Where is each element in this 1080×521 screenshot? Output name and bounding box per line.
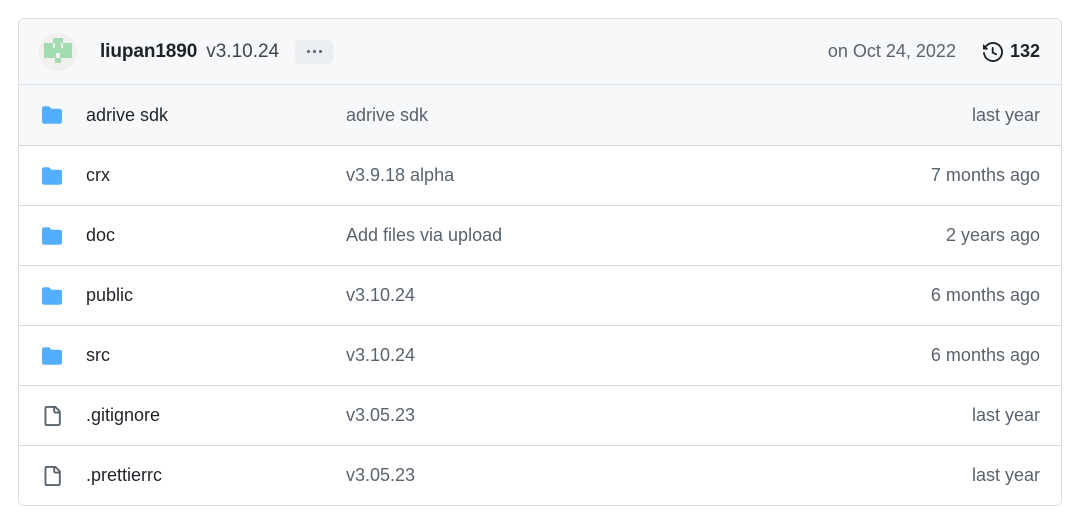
- folder-icon: [42, 286, 62, 306]
- row-commit-message[interactable]: v3.05.23: [346, 465, 972, 486]
- row-commit-message[interactable]: v3.10.24: [346, 285, 931, 306]
- expand-commit-message-button[interactable]: [295, 39, 334, 64]
- row-timestamp: 6 months ago: [930, 345, 1040, 365]
- row-name[interactable]: src: [86, 345, 346, 366]
- row-commit-message[interactable]: Add files via upload: [346, 225, 946, 246]
- commit-count: 132: [1009, 41, 1040, 61]
- folder-icon: [42, 346, 62, 366]
- row-name[interactable]: crx: [86, 165, 346, 186]
- row-name[interactable]: .prettierrc: [86, 465, 346, 486]
- table-row-adrive-sdk[interactable]: adrive sdk adrive sdk last year: [19, 85, 1061, 145]
- row-name[interactable]: doc: [86, 225, 346, 246]
- commit-author[interactable]: liupan1890: [100, 41, 197, 63]
- folder-icon: [42, 226, 62, 245]
- ellipsis-dot: [318, 50, 322, 53]
- row-timestamp: 6 months ago: [930, 285, 1040, 305]
- file-list: adrive sdk adrive sdk last year crx v3.9…: [19, 85, 1061, 505]
- file-icon: [44, 465, 61, 486]
- row-name[interactable]: public: [86, 285, 346, 306]
- ellipsis-dot: [306, 50, 310, 53]
- file-icon: [44, 405, 61, 426]
- table-row-src[interactable]: src v3.10.24 6 months ago: [19, 325, 1061, 385]
- row-commit-message[interactable]: adrive sdk: [346, 105, 972, 126]
- row-name[interactable]: .gitignore: [86, 405, 346, 426]
- row-name[interactable]: adrive sdk: [86, 105, 346, 126]
- table-row-crx[interactable]: crx v3.9.18 alpha 7 months ago: [19, 145, 1061, 205]
- row-commit-message[interactable]: v3.05.23: [346, 405, 972, 426]
- folder-icon: [42, 226, 62, 246]
- folder-icon: [42, 286, 62, 305]
- file-icon: [42, 405, 62, 426]
- row-timestamp: 7 months ago: [930, 165, 1040, 185]
- history-icon: [982, 41, 1003, 62]
- repository-file-browser: liupan1890 v3.10.24 on Oct 24, 2022 132 …: [18, 18, 1062, 506]
- folder-icon: [42, 105, 62, 125]
- identicon-avatar-icon: [39, 32, 77, 71]
- row-timestamp: last year: [971, 405, 1040, 425]
- folder-icon: [42, 166, 62, 186]
- latest-commit-header: liupan1890 v3.10.24 on Oct 24, 2022 132: [19, 19, 1061, 85]
- folder-icon: [42, 106, 62, 124]
- table-row-doc[interactable]: doc Add files via upload 2 years ago: [19, 205, 1061, 265]
- table-row-public[interactable]: public v3.10.24 6 months ago: [19, 265, 1061, 325]
- row-commit-message[interactable]: v3.9.18 alpha: [346, 165, 931, 186]
- commit-date: on Oct 24, 2022: [827, 41, 956, 61]
- row-timestamp: last year: [971, 104, 1040, 125]
- table-row-prettierrc[interactable]: .prettierrc v3.05.23 last year: [19, 445, 1061, 505]
- row-timestamp: 2 years ago: [945, 225, 1040, 245]
- latest-commit-message[interactable]: v3.10.24: [206, 41, 279, 63]
- file-icon: [42, 465, 62, 486]
- folder-icon: [42, 346, 62, 365]
- table-row-gitignore[interactable]: .gitignore v3.05.23 last year: [19, 385, 1061, 445]
- ellipsis-dot: [312, 50, 316, 53]
- folder-icon: [42, 166, 62, 185]
- avatar[interactable]: [39, 32, 77, 71]
- row-timestamp: last year: [971, 465, 1040, 485]
- row-commit-message[interactable]: v3.10.24: [346, 345, 931, 366]
- commit-history-link[interactable]: 132: [982, 41, 1040, 62]
